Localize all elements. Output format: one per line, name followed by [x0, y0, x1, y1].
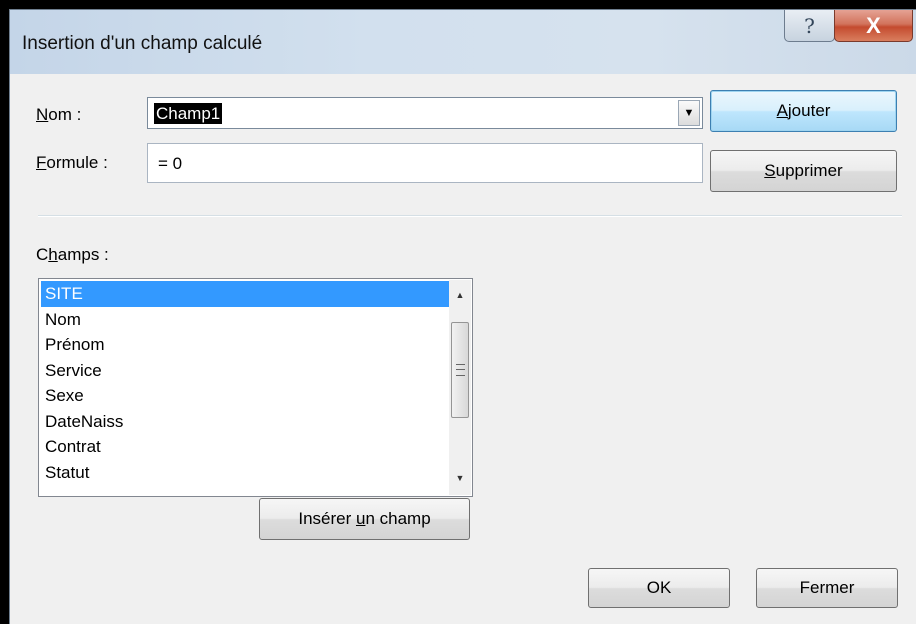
chevron-down-icon: ▼ — [683, 107, 695, 119]
fields-label: Champs : — [36, 245, 109, 265]
help-button[interactable]: ? — [784, 10, 835, 42]
vertical-scrollbar[interactable]: ▲ ▼ — [449, 280, 471, 495]
add-button-accel: A — [776, 101, 788, 120]
delete-button[interactable]: Supprimer — [710, 150, 897, 192]
list-item[interactable]: Sexe — [41, 383, 449, 409]
delete-button-accel: S — [764, 161, 776, 180]
insert-calculated-field-dialog: Insertion d'un champ calculé ? X Nom : C… — [9, 9, 916, 624]
list-item[interactable]: Nom — [41, 307, 449, 333]
scrollbar-thumb[interactable] — [451, 322, 469, 418]
list-item[interactable]: DateNaiss — [41, 409, 449, 435]
name-combobox[interactable]: Champ1 ▼ — [147, 97, 703, 129]
scroll-up-arrow-icon[interactable]: ▲ — [449, 284, 471, 306]
add-button[interactable]: Ajouter — [710, 90, 897, 132]
name-label-accel: N — [36, 105, 49, 124]
list-item[interactable]: Contrat — [41, 434, 449, 460]
name-value[interactable]: Champ1 — [154, 103, 223, 124]
formula-label-accel: F — [36, 153, 47, 172]
delete-button-label: upprimer — [775, 161, 843, 180]
fields-list: SITE Nom Prénom Service Sexe DateNaiss C… — [41, 281, 449, 485]
list-item[interactable]: Service — [41, 358, 449, 384]
formula-label-rest: ormule : — [46, 153, 108, 172]
name-dropdown-button[interactable]: ▼ — [678, 100, 700, 126]
name-label-rest: om : — [48, 105, 82, 124]
list-item[interactable]: Prénom — [41, 332, 449, 358]
list-item[interactable]: SITE — [41, 281, 449, 307]
formula-input[interactable]: = 0 — [147, 143, 703, 183]
insert-field-label-after: n champ — [365, 509, 431, 528]
separator — [38, 215, 902, 217]
ok-button-label: OK — [646, 578, 672, 597]
fields-label-pre: C — [36, 245, 49, 264]
close-icon: X — [866, 12, 881, 38]
close-window-button[interactable]: X — [834, 10, 913, 42]
fields-label-accel: h — [48, 245, 58, 264]
add-button-label: jouter — [787, 101, 831, 120]
grip-icon — [456, 364, 465, 376]
close-button-label: Fermer — [799, 578, 855, 597]
insert-field-label-before: Insérer — [298, 509, 356, 528]
close-button[interactable]: Fermer — [756, 568, 898, 608]
help-icon: ? — [804, 13, 815, 38]
formula-label: Formule : — [36, 153, 108, 173]
fields-label-post: amps : — [57, 245, 109, 264]
name-label: Nom : — [36, 105, 81, 125]
dialog-title: Insertion d'un champ calculé — [22, 33, 263, 54]
ok-button[interactable]: OK — [588, 568, 730, 608]
fields-listbox[interactable]: SITE Nom Prénom Service Sexe DateNaiss C… — [38, 278, 473, 497]
title-bar[interactable]: Insertion d'un champ calculé ? X — [10, 10, 916, 74]
list-item[interactable]: Statut — [41, 460, 449, 486]
insert-field-button[interactable]: Insérer un champ — [259, 498, 470, 540]
insert-field-accel: u — [355, 509, 366, 528]
scroll-down-arrow-icon[interactable]: ▼ — [449, 467, 471, 489]
formula-value: = 0 — [158, 154, 183, 173]
